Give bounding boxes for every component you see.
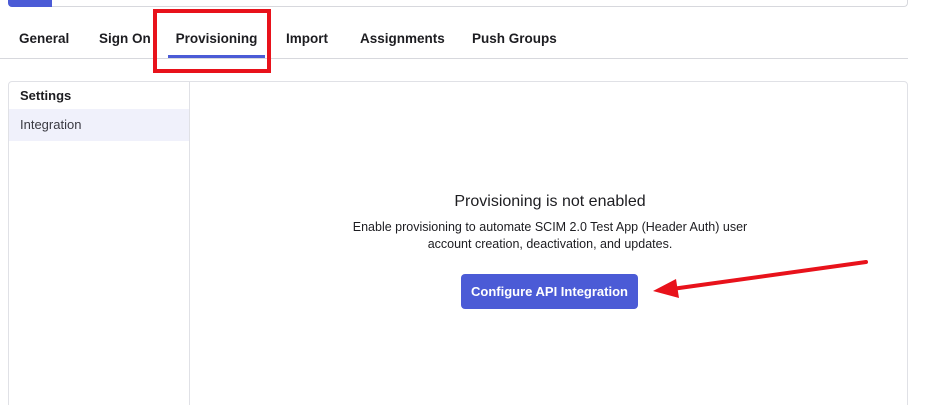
- provisioning-content: Provisioning is not enabled Enable provi…: [191, 82, 907, 405]
- tab-bar: General Sign On Provisioning Import Assi…: [0, 28, 908, 59]
- settings-panel: Settings Integration Provisioning is not…: [8, 81, 908, 405]
- top-bar-accent: [8, 0, 52, 7]
- tab-general[interactable]: General: [19, 28, 69, 58]
- configure-api-integration-button[interactable]: Configure API Integration: [461, 274, 638, 309]
- tab-sign-on[interactable]: Sign On: [99, 28, 151, 58]
- tab-assignments[interactable]: Assignments: [360, 28, 445, 58]
- tab-import[interactable]: Import: [286, 28, 328, 58]
- annotation-highlight-box: [153, 9, 271, 73]
- empty-state-title: Provisioning is not enabled: [454, 193, 646, 210]
- top-bar-strip: [8, 0, 908, 7]
- tab-push-groups[interactable]: Push Groups: [472, 28, 557, 58]
- sidebar-item-integration[interactable]: Integration: [9, 109, 189, 141]
- empty-state-description: Enable provisioning to automate SCIM 2.0…: [352, 220, 748, 251]
- sidebar-heading: Settings: [20, 88, 72, 103]
- settings-sidebar: Settings Integration: [9, 82, 190, 405]
